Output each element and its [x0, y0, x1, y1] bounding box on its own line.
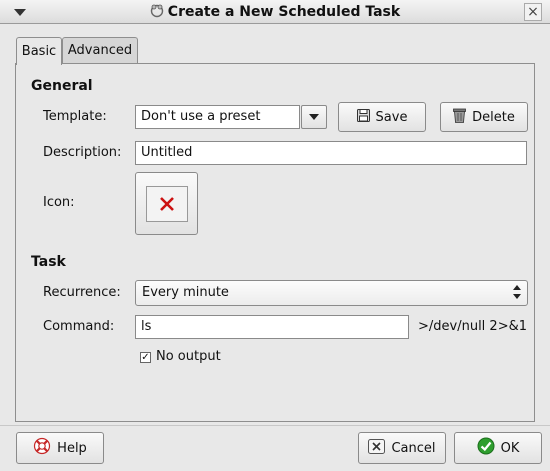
checkmark-icon: ✓ [141, 351, 150, 363]
scheduler-icon [150, 4, 164, 22]
title-bar: Create a New Scheduled Task × [0, 0, 550, 24]
recurrence-label: Recurrence: [43, 285, 121, 300]
cancel-button-label: Cancel [391, 440, 436, 456]
no-output-label: No output [156, 349, 221, 364]
close-icon: × [527, 4, 539, 20]
recurrence-select[interactable]: Every minute [135, 280, 528, 306]
bottom-separator [0, 425, 550, 426]
chevron-down-icon [309, 114, 319, 120]
no-output-checkbox[interactable]: ✓ [140, 352, 151, 363]
description-field[interactable]: Untitled [135, 141, 527, 165]
tab-basic[interactable]: Basic [16, 37, 62, 65]
icon-label: Icon: [43, 195, 75, 210]
delete-button[interactable]: Delete [440, 102, 528, 132]
ok-button[interactable]: OK [454, 432, 542, 464]
save-button-label: Save [375, 109, 408, 125]
checkmark-circle-icon [477, 437, 495, 459]
red-x-icon [145, 185, 188, 222]
help-button-label: Help [57, 440, 87, 456]
general-heading: General [31, 78, 93, 94]
command-field[interactable]: ls [135, 315, 409, 339]
tab-advanced-label: Advanced [67, 43, 133, 58]
cancel-button[interactable]: Cancel [358, 432, 446, 464]
description-label: Description: [43, 145, 122, 160]
icon-chooser-button[interactable] [135, 172, 198, 235]
ok-button-label: OK [500, 440, 520, 456]
cancel-icon [368, 438, 386, 458]
close-button[interactable]: × [524, 3, 542, 21]
help-button[interactable]: Help [16, 432, 104, 464]
template-label: Template: [43, 109, 107, 124]
tab-advanced[interactable]: Advanced [62, 37, 138, 63]
window-title-area: Create a New Scheduled Task [0, 4, 550, 22]
command-suffix: >/dev/null 2>&1 [418, 319, 528, 334]
template-combo-entry[interactable]: Don't use a preset [135, 105, 300, 129]
task-heading: Task [31, 254, 66, 270]
save-button[interactable]: Save [338, 102, 426, 132]
basic-tab-panel: General Template: Don't use a preset Sav… [15, 63, 535, 422]
window-title: Create a New Scheduled Task [167, 4, 401, 20]
floppy-disk-icon [356, 108, 370, 126]
delete-button-label: Delete [472, 109, 515, 125]
lifebuoy-icon [33, 437, 51, 459]
template-dropdown-button[interactable] [301, 105, 327, 129]
trash-icon [453, 108, 467, 127]
select-arrows-icon [513, 284, 521, 300]
tab-basic-label: Basic [21, 44, 57, 59]
recurrence-value: Every minute [142, 285, 229, 300]
command-label: Command: [43, 319, 115, 334]
